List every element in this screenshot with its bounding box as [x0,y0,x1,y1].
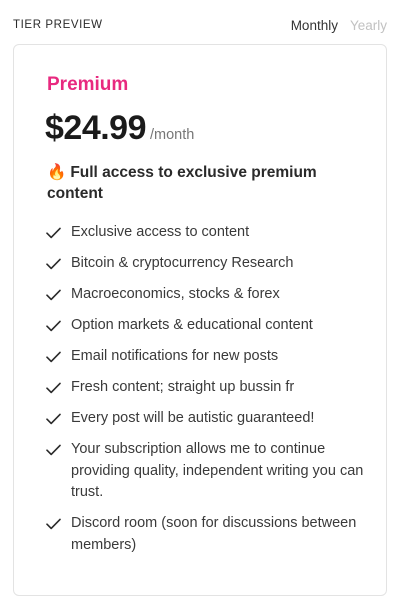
headline-text: Full access to exclusive premium content [47,164,317,202]
yearly-option[interactable]: Yearly [350,18,387,33]
feature-item: Your subscription allows me to continue … [46,439,366,504]
feature-item: Fresh content; straight up bussin fr [46,377,366,399]
feature-item: Option markets & educational content [46,315,366,337]
feature-text: Discord room (soon for discussions betwe… [71,515,357,553]
fire-icon: 🔥 [47,164,67,181]
checkmark-icon [46,346,62,367]
checkmark-icon [46,284,62,305]
feature-item: Exclusive access to content [46,222,366,244]
feature-item: Discord room (soon for discussions betwe… [46,513,366,556]
billing-period-toggle[interactable]: Monthly Yearly [291,18,387,33]
tier-name: Premium [47,74,129,95]
feature-text: Macroeconomics, stocks & forex [71,286,280,302]
feature-text: Email notifications for new posts [71,348,279,364]
feature-item: Bitcoin & cryptocurrency Research [46,253,366,275]
checkmark-icon [46,222,62,243]
feature-item: Email notifications for new posts [46,346,366,368]
checkmark-icon [46,315,62,336]
feature-text: Every post will be autistic guaranteed! [71,410,315,426]
feature-text: Your subscription allows me to continue … [71,441,364,500]
feature-item: Macroeconomics, stocks & forex [46,284,366,306]
checkmark-icon [46,408,62,429]
feature-text: Fresh content; straight up bussin fr [71,379,295,395]
feature-item: Every post will be autistic guaranteed! [46,408,366,430]
feature-list: Exclusive access to content Bitcoin & cr… [46,222,366,566]
section-label: TIER PREVIEW [13,19,103,31]
feature-text: Exclusive access to content [71,224,250,240]
price-amount: $24.99 [45,109,147,147]
tier-preview-header: TIER PREVIEW Monthly Yearly [13,14,387,36]
tier-card: Premium $24.99 /month 🔥 Full access to ex… [13,44,387,596]
checkmark-icon [46,253,62,274]
tier-headline: 🔥 Full access to exclusive premium conten… [47,162,347,204]
monthly-option[interactable]: Monthly [291,18,338,33]
checkmark-icon [46,439,62,460]
checkmark-icon [46,513,62,534]
price-row: $24.99 /month [45,109,194,148]
feature-text: Option markets & educational content [71,317,313,333]
feature-text: Bitcoin & cryptocurrency Research [71,255,294,271]
price-period: /month [150,127,195,143]
checkmark-icon [46,377,62,398]
